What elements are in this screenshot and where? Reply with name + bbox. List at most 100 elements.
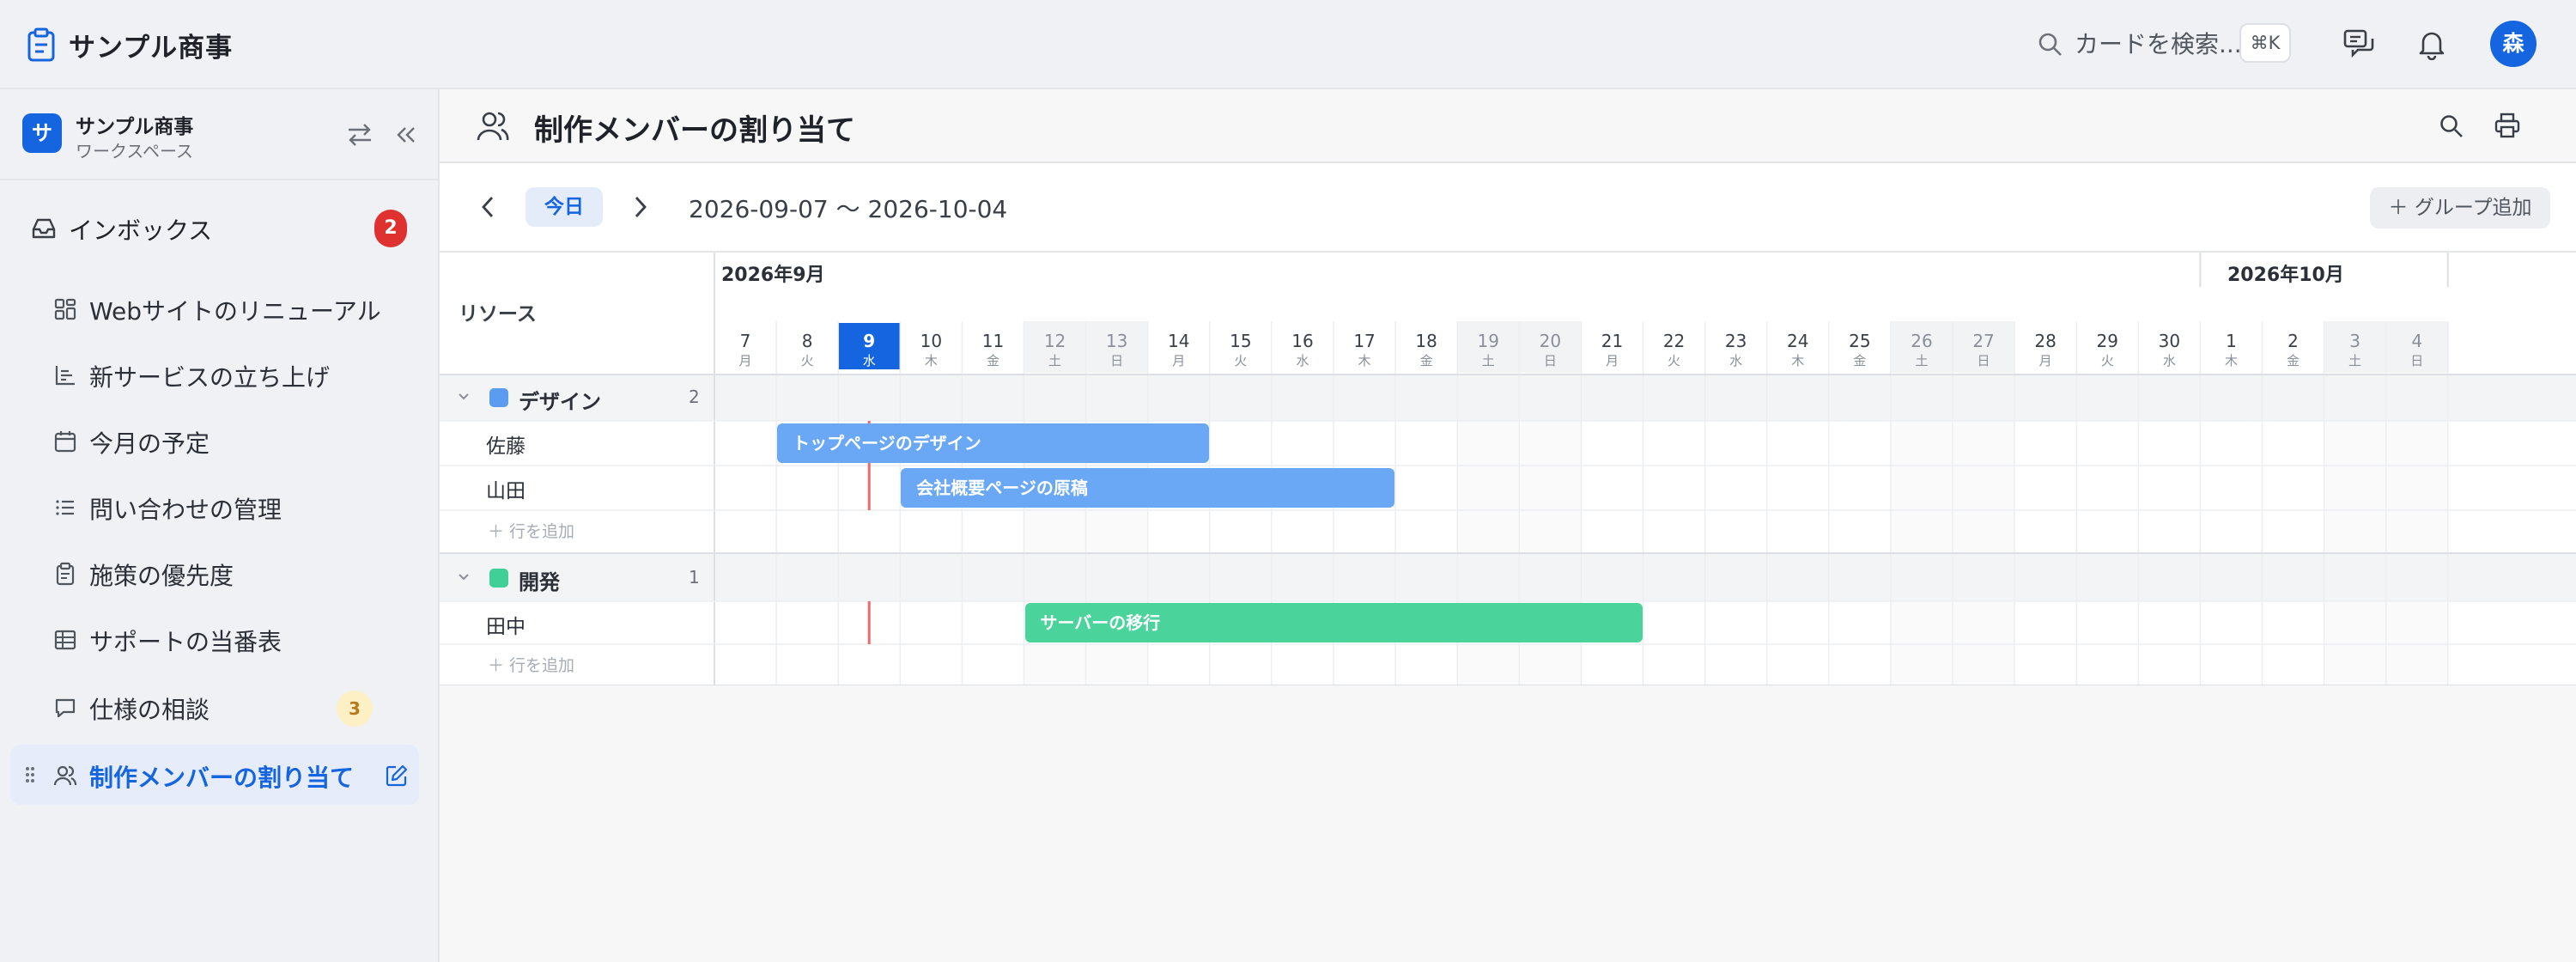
- search-icon[interactable]: [2037, 31, 2064, 58]
- day-number-label: 9: [863, 331, 875, 351]
- group-header-development[interactable]: 開発 1: [440, 557, 714, 601]
- day-number-label: 14: [1168, 331, 1189, 351]
- sidebar-item-monthly-schedule[interactable]: 今月の予定: [10, 411, 419, 471]
- weekend-cell: [1953, 466, 2015, 510]
- weekend-cell: [1890, 644, 1953, 685]
- sidebar-item-new-service[interactable]: 新サービスの立ち上げ: [10, 344, 419, 405]
- weekend-cell: [1519, 644, 1582, 685]
- add-row-button[interactable]: ＋ 行を追加: [488, 519, 574, 542]
- top-bar: サンプル商事 カードを検索... ⌘K 森: [0, 0, 2576, 89]
- group-header-design[interactable]: デザイン 2: [440, 376, 714, 421]
- day-number-label: 27: [1972, 331, 1994, 351]
- task-bar[interactable]: トップページのデザイン: [777, 423, 1209, 463]
- task-bar[interactable]: 会社概要ページの原稿: [901, 468, 1395, 508]
- day-number-label: 20: [1540, 331, 1561, 351]
- weekday-label: 金: [1853, 353, 1866, 368]
- resource-row-label: 佐藤: [486, 435, 526, 458]
- chevron-down-icon[interactable]: [457, 392, 471, 402]
- sidebar-item-priorities[interactable]: 施策の優先度: [10, 543, 419, 603]
- weekend-cell: [1890, 421, 1953, 466]
- add-row-button[interactable]: ＋ 行を追加: [488, 653, 574, 676]
- chevron-right-icon[interactable]: [630, 192, 651, 222]
- today-button[interactable]: 今日: [526, 187, 603, 227]
- sidebar-item-label: サポートの当番表: [89, 628, 283, 656]
- weekday-label: 金: [2287, 353, 2300, 368]
- edit-icon[interactable]: [385, 764, 409, 788]
- timeline-toolbar: 今日 2026-09-07 〜 2026-10-04 ＋ グループ追加: [440, 163, 2576, 253]
- day-number-label: 10: [920, 331, 942, 351]
- resource-timeline: 7 月 8 火 9 水 10 木 11 金 12 土 13 日 14 月 15 火 16 水 17 木 18 金 19 土 20 日 2…: [440, 253, 2576, 685]
- bell-icon[interactable]: [2416, 27, 2447, 60]
- weekday-label: 水: [1729, 353, 1742, 368]
- board-icon: [54, 298, 76, 320]
- day-number-label: 13: [1106, 331, 1127, 351]
- page-title: 制作メンバーの割り当て: [534, 113, 855, 148]
- weekday-label: 火: [1234, 353, 1247, 368]
- sidebar-item-label: 問い合わせの管理: [89, 496, 283, 524]
- weekend-cell: [2385, 510, 2448, 553]
- sidebar-item-support-rota[interactable]: サポートの当番表: [10, 609, 419, 669]
- weekday-label: 日: [1110, 353, 1123, 368]
- weekend-cell: [2324, 466, 2386, 510]
- day-number-label: 15: [1230, 331, 1251, 351]
- weekend-cell: [1085, 510, 1148, 553]
- weekday-label: 金: [987, 353, 999, 368]
- add-group-button[interactable]: ＋ グループ追加: [2370, 187, 2550, 228]
- weekday-label: 日: [2410, 353, 2423, 368]
- workspace-badge[interactable]: サ: [22, 113, 62, 153]
- weekday-label: 土: [2348, 353, 2361, 368]
- switch-icon[interactable]: [345, 122, 374, 148]
- day-number-label: 2: [2287, 331, 2299, 351]
- users-icon: [477, 112, 509, 141]
- day-number-label: 16: [1291, 331, 1313, 351]
- workspace-name[interactable]: サンプル商事: [76, 110, 193, 139]
- list-icon: [56, 500, 74, 515]
- print-icon[interactable]: [2494, 112, 2521, 139]
- weekday-label: 月: [1606, 353, 1619, 368]
- inbox-count-badge: 2: [374, 210, 407, 247]
- month-label: 2026年9月: [721, 265, 825, 286]
- chevron-down-icon[interactable]: [457, 572, 471, 582]
- sidebar-item-inbox[interactable]: インボックス 2: [10, 196, 419, 259]
- task-bar[interactable]: サーバーの移行: [1024, 603, 1643, 642]
- weekend-cell: [1457, 510, 1520, 553]
- sidebar-item-member-assignment[interactable]: 制作メンバーの割り当て: [10, 745, 419, 805]
- weekday-label: 土: [1915, 353, 1928, 368]
- month-label: 2026年10月: [2227, 265, 2344, 286]
- weekend-cell: [1890, 510, 1953, 553]
- sidebar: サ サンプル商事 ワークスペース インボックス 2 Webサイトのリニューアル: [0, 89, 440, 962]
- weekend-cell: [2324, 510, 2386, 553]
- workspace-label: ワークスペース: [76, 141, 193, 161]
- weekend-cell: [1519, 421, 1582, 466]
- day-number-label: 19: [1478, 331, 1499, 351]
- weekday-label: 月: [2039, 353, 2052, 368]
- sidebar-item-label: 今月の予定: [89, 429, 210, 458]
- sidebar-item-inquiries[interactable]: 問い合わせの管理: [10, 477, 419, 537]
- group-row-bg: [440, 553, 2576, 601]
- sidebar-item-label: Webサイトのリニューアル: [89, 297, 381, 326]
- chat-icon: [55, 698, 76, 718]
- chat-icon[interactable]: [2342, 27, 2375, 60]
- day-number-label: 3: [2349, 331, 2360, 351]
- weekday-label: 月: [739, 353, 752, 368]
- clipboard-icon[interactable]: [26, 27, 57, 62]
- search-icon[interactable]: [2439, 113, 2464, 139]
- chevron-left-icon[interactable]: [477, 192, 498, 222]
- inbox-icon: [32, 218, 56, 239]
- drag-handle-icon[interactable]: [24, 765, 36, 784]
- avatar[interactable]: 森: [2490, 21, 2537, 67]
- day-number-label: 7: [740, 331, 751, 351]
- collapse-sidebar-icon[interactable]: [393, 122, 419, 148]
- weekend-cell: [2324, 601, 2386, 644]
- day-number-label: 17: [1353, 331, 1375, 351]
- main-content: 制作メンバーの割り当て 今日 2026-09-07 〜 2026-10-04 ＋…: [440, 89, 2576, 962]
- group-name: 開発: [519, 570, 560, 594]
- sidebar-item-website-renewal[interactable]: Webサイトのリニューアル: [10, 278, 419, 338]
- sidebar-item-spec-consultation[interactable]: 仕様の相談 3: [10, 677, 419, 737]
- day-number-label: 22: [1663, 331, 1685, 351]
- day-number-label: 30: [2159, 331, 2180, 351]
- weekend-cell: [1890, 601, 1953, 644]
- weekend-cell: [1953, 644, 2015, 685]
- group-row-bg: [440, 374, 2576, 421]
- search-input[interactable]: カードを検索...: [2075, 26, 2242, 60]
